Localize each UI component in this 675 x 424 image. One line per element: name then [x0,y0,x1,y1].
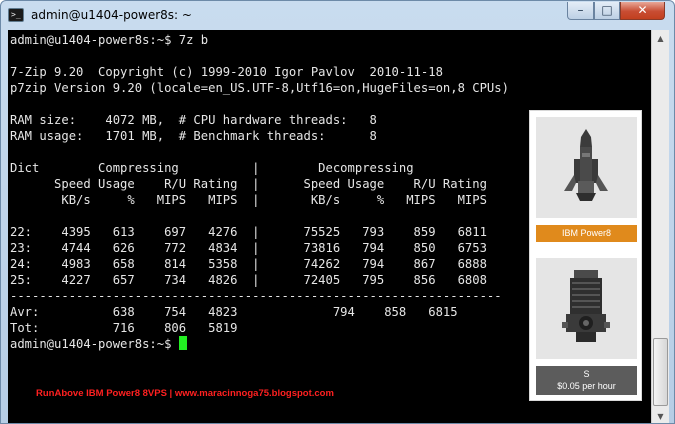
terminal-line: 7-Zip 9.20 Copyright (c) 1999-2010 Igor … [10,65,443,79]
terminal-line: admin@u1404-power8s:~$ 7z b [10,33,209,47]
title-bar[interactable]: >_ admin@u1404-power8s: ~ – □ ✕ [1,1,674,31]
vertical-scrollbar[interactable]: ▲ ▼ [651,30,669,423]
engine-image[interactable] [536,258,637,359]
terminal-line: Tot: 716 806 5819 [10,321,238,335]
maximize-button[interactable]: □ [594,2,620,20]
terminal-line: p7zip Version 9.20 (locale=en_US.UTF-8,U… [10,81,509,95]
terminal-window: >_ admin@u1404-power8s: ~ – □ ✕ admin@u1… [0,0,675,424]
scroll-thumb[interactable] [653,338,668,406]
terminal-line: 24: 4983 658 814 5358 | 74262 794 867 68… [10,257,487,271]
rocket-icon [564,129,608,201]
terminal-prompt-line[interactable]: admin@u1404-power8s:~$ [10,336,187,352]
watermark-text: RunAbove IBM Power8 8VPS | www.maracinno… [36,388,334,399]
terminal-line: 25: 4227 657 734 4826 | 72405 795 856 68… [10,273,487,287]
terminal-app-icon[interactable]: >_ [8,8,24,22]
prompt-text: admin@u1404-power8s:~$ [10,337,179,351]
scroll-down-arrow-icon[interactable]: ▼ [653,409,668,423]
terminal-cursor [178,336,187,350]
terminal-line: KB/s % MIPS MIPS | KB/s % MIPS MIPS [10,193,487,207]
ad-badge-price[interactable]: S $0.05 per hour [536,366,637,395]
terminal-line: 23: 4744 626 772 4834 | 73816 794 850 67… [10,241,487,255]
terminal-line: RAM usage: 1701 MB, # Benchmark threads:… [10,129,377,143]
ad-badge-price-text: $0.05 per hour [557,381,616,391]
ad-badge-ibm-power8[interactable]: IBM Power8 [536,225,637,242]
terminal-line: Speed Usage R/U Rating | Speed Usage R/U… [10,177,487,191]
rocket-image[interactable] [536,117,637,218]
terminal-line: Dict Compressing | Decompressing [10,161,414,175]
scroll-up-arrow-icon[interactable]: ▲ [653,31,668,46]
ad-badge-size: S [583,369,590,379]
terminal-line: ----------------------------------------… [10,289,502,303]
terminal-line: Avr: 638 754 4823 794 858 6815 [10,305,458,319]
minimize-button[interactable]: – [567,2,594,20]
close-button[interactable]: ✕ [620,2,665,20]
terminal-line: RAM size: 4072 MB, # CPU hardware thread… [10,113,377,127]
window-title: admin@u1404-power8s: ~ [31,8,192,22]
ad-panel[interactable]: IBM Power8 S $0.05 per hour [529,110,642,401]
engine-icon [562,270,610,342]
terminal-line: 22: 4395 613 697 4276 | 75525 793 859 68… [10,225,487,239]
